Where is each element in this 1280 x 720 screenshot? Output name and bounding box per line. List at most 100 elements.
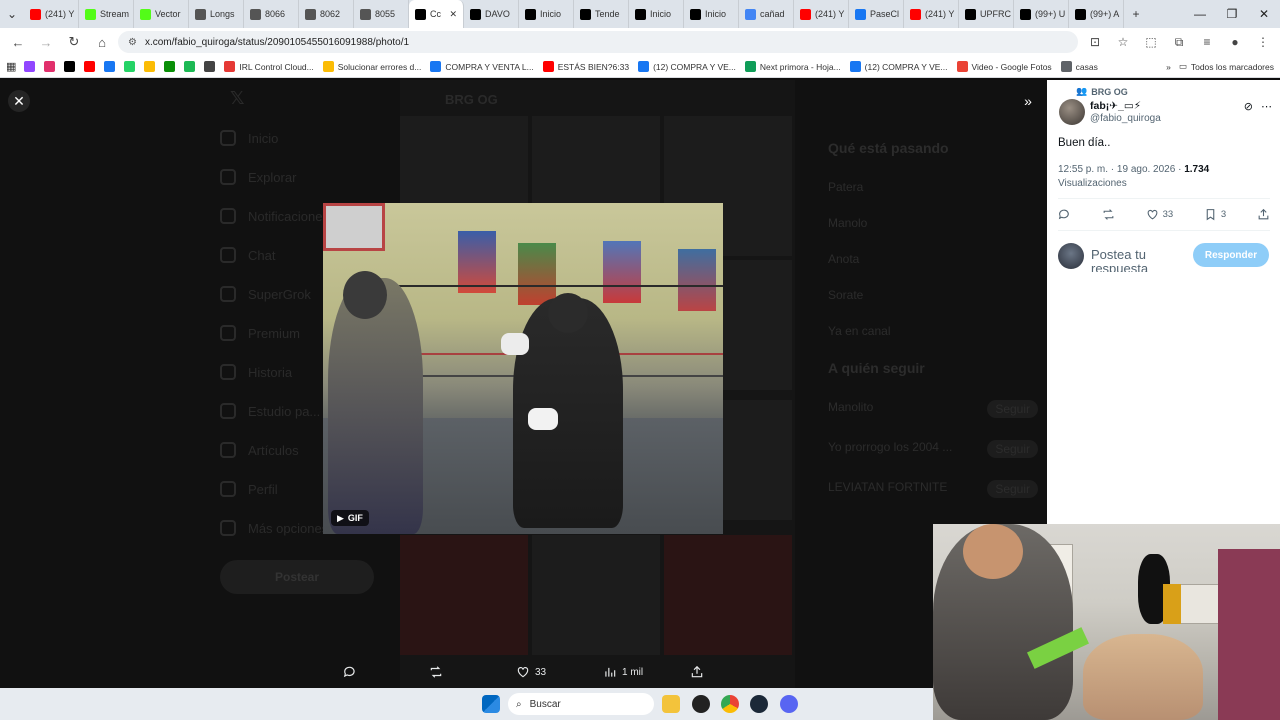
more-bookmarks-icon[interactable]: » [1166, 62, 1171, 72]
extension-icon[interactable]: ⬚ [1140, 31, 1162, 53]
app-icon[interactable] [692, 695, 710, 713]
maximize-window-icon[interactable]: ❐ [1216, 0, 1248, 28]
reply-button[interactable] [1058, 208, 1071, 221]
browser-tab[interactable]: (99+) U [1014, 0, 1069, 28]
minimize-window-icon[interactable]: — [1184, 0, 1216, 28]
browser-tab[interactable]: (241) Y [794, 0, 849, 28]
browser-tab[interactable]: (99+) A [1069, 0, 1124, 28]
bookmark-item[interactable] [24, 61, 36, 72]
bookmark-item[interactable]: (12) COMPRA Y VE... [638, 61, 736, 72]
browser-tab[interactable]: DAVO [464, 0, 519, 28]
gif-media[interactable]: ▶ GIF [323, 203, 723, 534]
bookmark-label: Video - Google Fotos [971, 61, 1052, 72]
bookmark-item[interactable]: casas [1060, 61, 1098, 72]
back-button[interactable]: ← [6, 30, 30, 54]
bookmark-item[interactable]: ESTÁS BIEN?6:33 [542, 61, 629, 72]
viewer-share-button[interactable] [690, 665, 704, 679]
bookmark-favicon-icon [224, 61, 236, 72]
background-follow-item: Yo prorrogo los 2004 ... Seguir [828, 440, 1038, 458]
grok-icon[interactable]: ⊘ [1244, 100, 1253, 113]
media-control-icon[interactable]: ≡ [1196, 31, 1218, 53]
more-options-icon[interactable]: ⋯ [1261, 100, 1272, 113]
bookmark-item[interactable] [104, 61, 116, 72]
profile-avatar[interactable]: ● [1224, 31, 1246, 53]
viewer-repost-button[interactable] [429, 665, 443, 679]
discord-icon[interactable] [780, 695, 798, 713]
background-nav-label: Artículos [248, 442, 299, 458]
browser-tab[interactable]: Cc ✕ [409, 0, 464, 28]
tab-label: UPFRC [980, 9, 1011, 19]
browser-tab[interactable]: 8062 [299, 0, 354, 28]
apps-grid-icon[interactable]: ▦ [6, 60, 16, 73]
start-windows-icon[interactable] [482, 695, 500, 713]
like-button[interactable]: 33 [1146, 208, 1173, 221]
bookmark-item[interactable]: Video - Google Fotos [956, 61, 1052, 72]
home-button[interactable]: ⌂ [90, 30, 114, 54]
repost-button[interactable] [1102, 208, 1115, 221]
reply-submit-button[interactable]: Responder [1193, 243, 1269, 267]
site-info-icon[interactable]: ⚙ [128, 37, 137, 48]
bookmark-item[interactable] [64, 61, 76, 72]
browser-tab[interactable]: 8055 [354, 0, 409, 28]
browser-tab[interactable]: Inicio [684, 0, 739, 28]
browser-tab[interactable]: Tende [574, 0, 629, 28]
browser-tab[interactable]: cañad [739, 0, 794, 28]
close-tab-icon[interactable]: ✕ [449, 9, 457, 20]
new-tab-button[interactable]: + [1124, 0, 1148, 28]
browser-menu-icon[interactable]: ⋮ [1252, 31, 1274, 53]
browser-tab[interactable]: Stream [79, 0, 134, 28]
browser-tab[interactable]: (241) Y [24, 0, 79, 28]
browser-tab[interactable]: 8066 [244, 0, 299, 28]
tweet-timestamp[interactable]: 12:55 p. m. · 19 ago. 2026 · [1058, 164, 1184, 175]
viewer-views-button[interactable]: 1 mil [603, 665, 643, 679]
bookmark-item[interactable] [164, 61, 176, 72]
bookmark-button[interactable]: 3 [1204, 208, 1226, 221]
reply-input[interactable]: Postea tu respuesta [1091, 248, 1201, 272]
tab-favicon-icon [30, 8, 41, 20]
bookmark-item[interactable] [204, 61, 216, 72]
author-handle[interactable]: @fabio_quiroga [1090, 113, 1161, 124]
expand-panel-icon[interactable]: » [1017, 90, 1039, 112]
close-window-icon[interactable]: ✕ [1248, 0, 1280, 28]
author-avatar[interactable] [1059, 99, 1085, 125]
browser-tab[interactable]: UPFRC [959, 0, 1014, 28]
share-button[interactable] [1257, 208, 1270, 221]
bookmark-item[interactable] [84, 61, 96, 72]
close-viewer-button[interactable]: ✕ [8, 90, 30, 112]
extensions-puzzle-icon[interactable]: ⧉ [1168, 31, 1190, 53]
viewer-like-button[interactable]: 33 [516, 665, 546, 679]
bookmark-star-icon[interactable]: ☆ [1112, 31, 1134, 53]
reload-button[interactable]: ↻ [62, 30, 86, 54]
browser-tab[interactable]: Longs [189, 0, 244, 28]
bookmark-item[interactable]: (12) COMPRA Y VE... [849, 61, 948, 72]
bookmark-item[interactable]: Solucionar errores d... [322, 61, 421, 72]
bookmark-item[interactable]: COMPRA Y VENTA L... [430, 61, 534, 72]
background-follow-button: Seguir [987, 480, 1038, 498]
address-bar[interactable]: ⚙ x.com/fabio_quiroga/status/20901054550… [118, 31, 1078, 53]
tab-search-chevron-icon[interactable]: ⌄ [0, 0, 24, 28]
browser-tab[interactable]: Inicio [629, 0, 684, 28]
bookmark-item[interactable] [124, 61, 136, 72]
viewer-reply-button[interactable] [343, 665, 357, 679]
bookmark-item[interactable] [184, 61, 196, 72]
bookmark-favicon-icon [322, 61, 334, 72]
browser-tab[interactable]: PaseCl [849, 0, 904, 28]
tab-label: Longs [210, 9, 235, 19]
bookmark-item[interactable] [144, 61, 156, 72]
browser-tab[interactable]: Inicio [519, 0, 574, 28]
bookmark-item[interactable]: Next primora - Hoja... [744, 61, 841, 72]
bookmark-item[interactable] [44, 61, 56, 72]
tab-favicon-icon [140, 8, 151, 20]
author-display-name[interactable]: fab¡✈︎_▭⚡ [1090, 100, 1141, 112]
install-app-icon[interactable]: ⊡ [1084, 31, 1106, 53]
taskbar-search[interactable]: ⌕ Buscar [508, 693, 654, 715]
forward-button[interactable]: → [34, 30, 58, 54]
chrome-icon[interactable] [721, 695, 739, 713]
browser-tab[interactable]: Vector [134, 0, 189, 28]
reply-icon [1058, 209, 1069, 220]
bookmark-item[interactable]: IRL Control Cloud... [224, 61, 314, 72]
file-explorer-icon[interactable] [662, 695, 680, 713]
steam-icon[interactable] [750, 695, 768, 713]
all-bookmarks-folder[interactable]: ▭ Todos los marcadores [1179, 61, 1274, 72]
browser-tab[interactable]: (241) Y [904, 0, 959, 28]
